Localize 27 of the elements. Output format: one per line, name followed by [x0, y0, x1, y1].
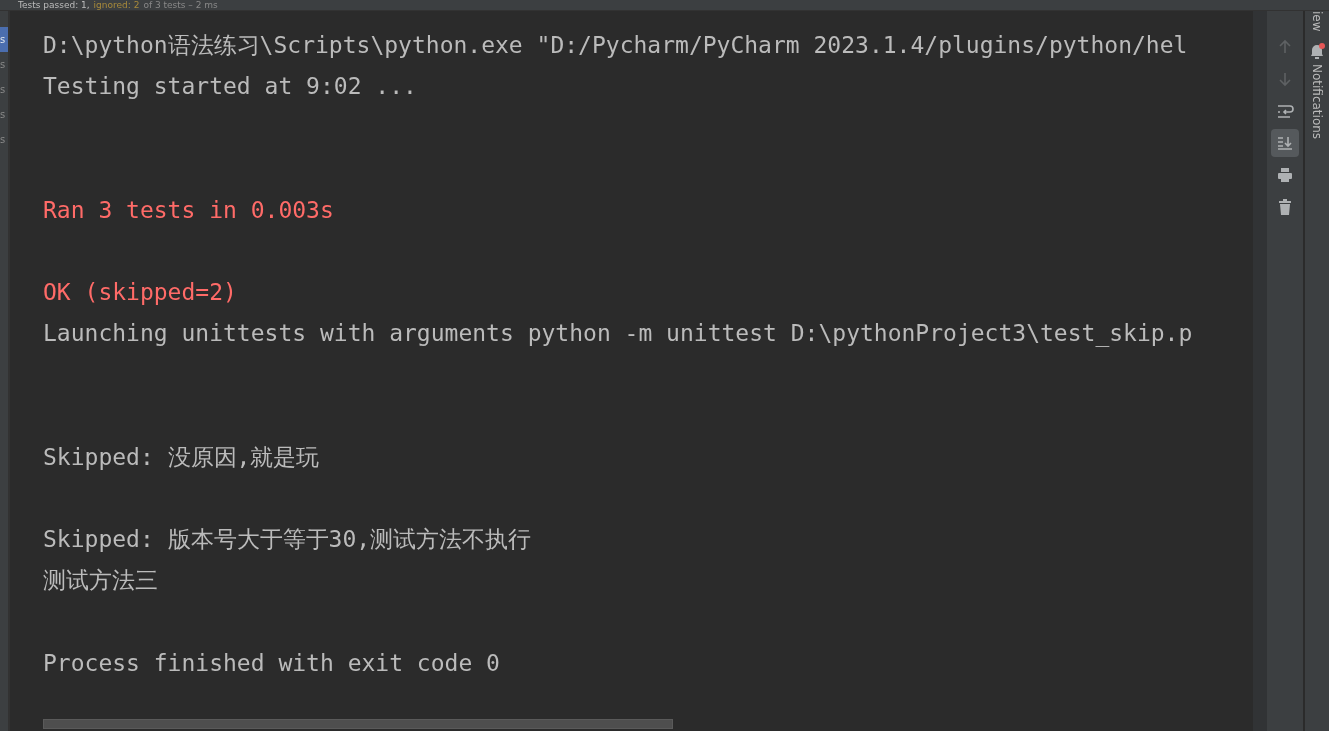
bell-icon — [1309, 41, 1325, 60]
horizontal-scrollbar[interactable] — [43, 719, 673, 729]
test-tree-item[interactable]: s — [0, 52, 8, 77]
console-line: Process finished with exit code 0 — [43, 648, 501, 678]
test-tree-item[interactable]: s — [0, 102, 8, 127]
test-tree-item[interactable]: s — [0, 77, 8, 102]
printer-icon — [1276, 166, 1294, 184]
arrow-down-icon — [1276, 70, 1294, 88]
test-tree-item[interactable]: s — [0, 127, 8, 152]
console-line: 测试方法三 — [43, 566, 159, 596]
soft-wrap-icon — [1276, 102, 1294, 120]
tests-ignored-status: ignored: 2 — [93, 0, 140, 10]
console-line: Testing started at 9:02 ... — [43, 72, 418, 102]
console-line: Skipped: 版本号大于等于30,测试方法不执行 — [43, 525, 533, 555]
scroll-to-end-icon — [1276, 134, 1294, 152]
console-error-line: Ran 3 tests in 0.003s — [43, 195, 335, 225]
console-line: Launching unittests with arguments python -m unittest D:\pythonProject3\test_skip.p — [43, 319, 1194, 349]
notifications-tab[interactable]: Notifications — [1310, 63, 1324, 139]
test-tree-item[interactable]: s — [0, 27, 8, 52]
scroll-end-button[interactable] — [1271, 129, 1299, 157]
trash-icon — [1276, 198, 1294, 216]
console-line: D:\python语法练习\Scripts\python.exe "D:/Pycharm/PyCharm 2023.1.4/plugins/python/hel — [43, 31, 1189, 60]
console-error-line: OK (skipped=2) — [43, 278, 238, 308]
tests-passed-status: Tests passed: 1, — [18, 0, 90, 10]
console-line: Skipped: 没原因,就是玩 — [43, 442, 321, 472]
view-tab[interactable]: iew — [1310, 11, 1324, 32]
tests-summary: of 3 tests – 2 ms — [143, 0, 218, 10]
